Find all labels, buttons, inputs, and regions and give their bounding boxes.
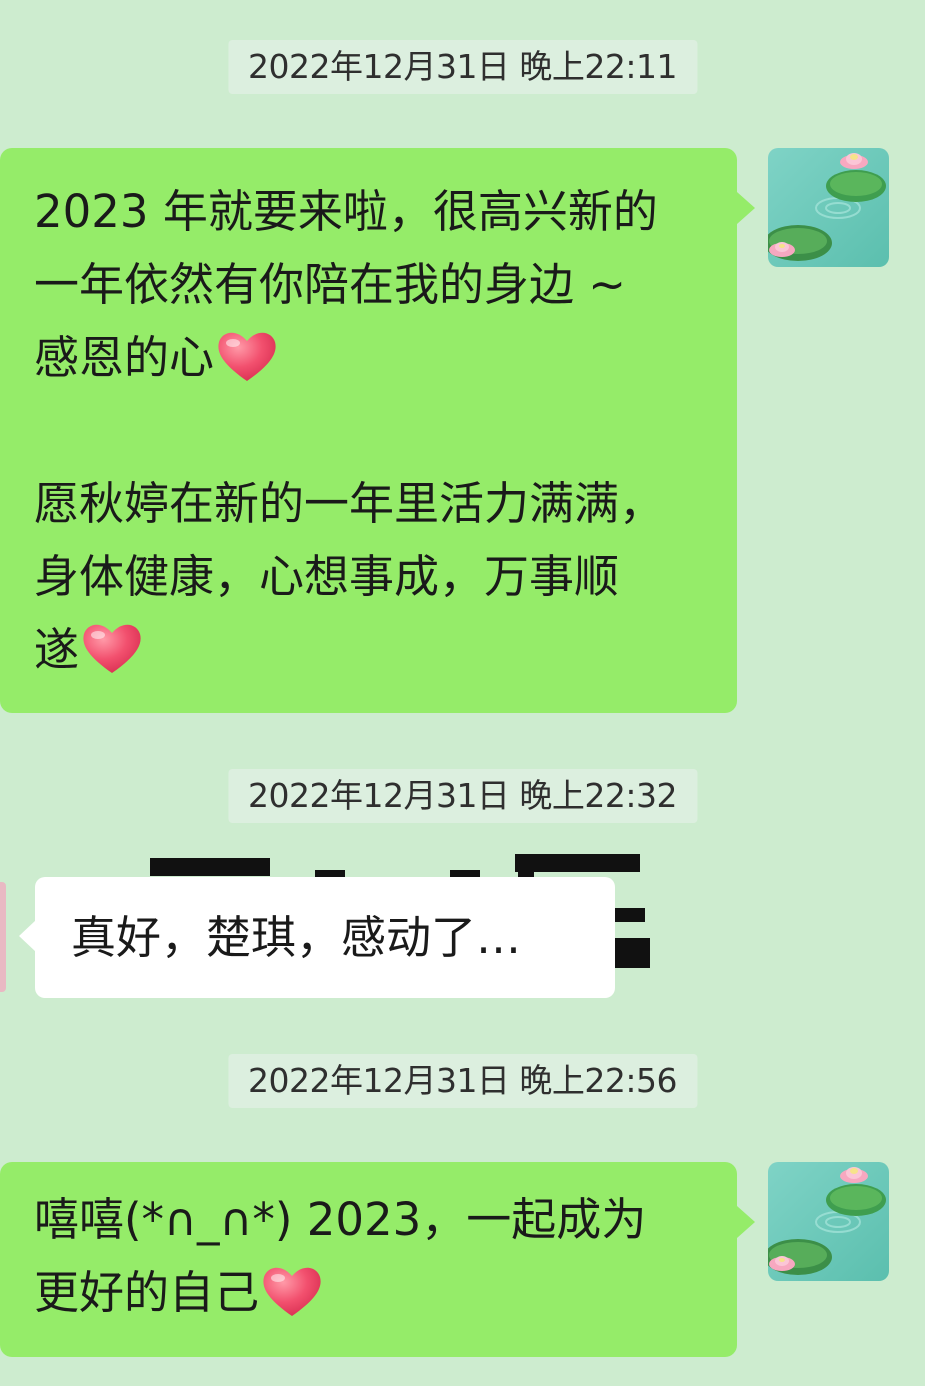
lotus-pond-avatar[interactable]	[768, 1162, 889, 1281]
message-text-line: 嘻嘻(*∩_∩*) 2023，一起成为	[34, 1193, 647, 1246]
timestamp: 2022年12月31日 晚上22:11	[227, 40, 698, 94]
timestamp: 2022年12月31日 晚上22:56	[227, 1054, 698, 1108]
message-text-line: 愿秋婷在新的一年里活力满满，	[34, 477, 665, 530]
timestamp: 2022年12月31日 晚上22:32	[227, 769, 698, 823]
heart-emoji-icon	[216, 329, 278, 383]
message-text-line: 更好的自己	[34, 1266, 260, 1319]
outgoing-message-bubble[interactable]: 嘻嘻(*∩_∩*) 2023，一起成为 更好的自己	[0, 1162, 755, 1357]
message-text-line: 一年依然有你陪在我的身边 ~	[34, 258, 627, 311]
message-text-line: 身体健康，心想事成，万事顺	[34, 550, 620, 603]
outgoing-message-bubble[interactable]: 2023 年就要来啦，很高兴新的 一年依然有你陪在我的身边 ~ 感恩的心 愿秋婷…	[0, 148, 755, 713]
incoming-message-bubble[interactable]: 真好，楚琪，感动了…	[19, 877, 615, 998]
contact-avatar[interactable]	[0, 882, 6, 992]
heart-emoji-icon	[81, 621, 143, 675]
message-text: 真好，楚琪，感动了…	[71, 911, 522, 964]
message-text-line: 感恩的心	[34, 331, 215, 384]
message-text-line: 2023 年就要来啦，很高兴新的	[34, 185, 658, 238]
message-text-line: 遂	[34, 623, 80, 676]
lotus-pond-avatar[interactable]	[768, 148, 889, 267]
heart-emoji-icon	[261, 1264, 323, 1318]
